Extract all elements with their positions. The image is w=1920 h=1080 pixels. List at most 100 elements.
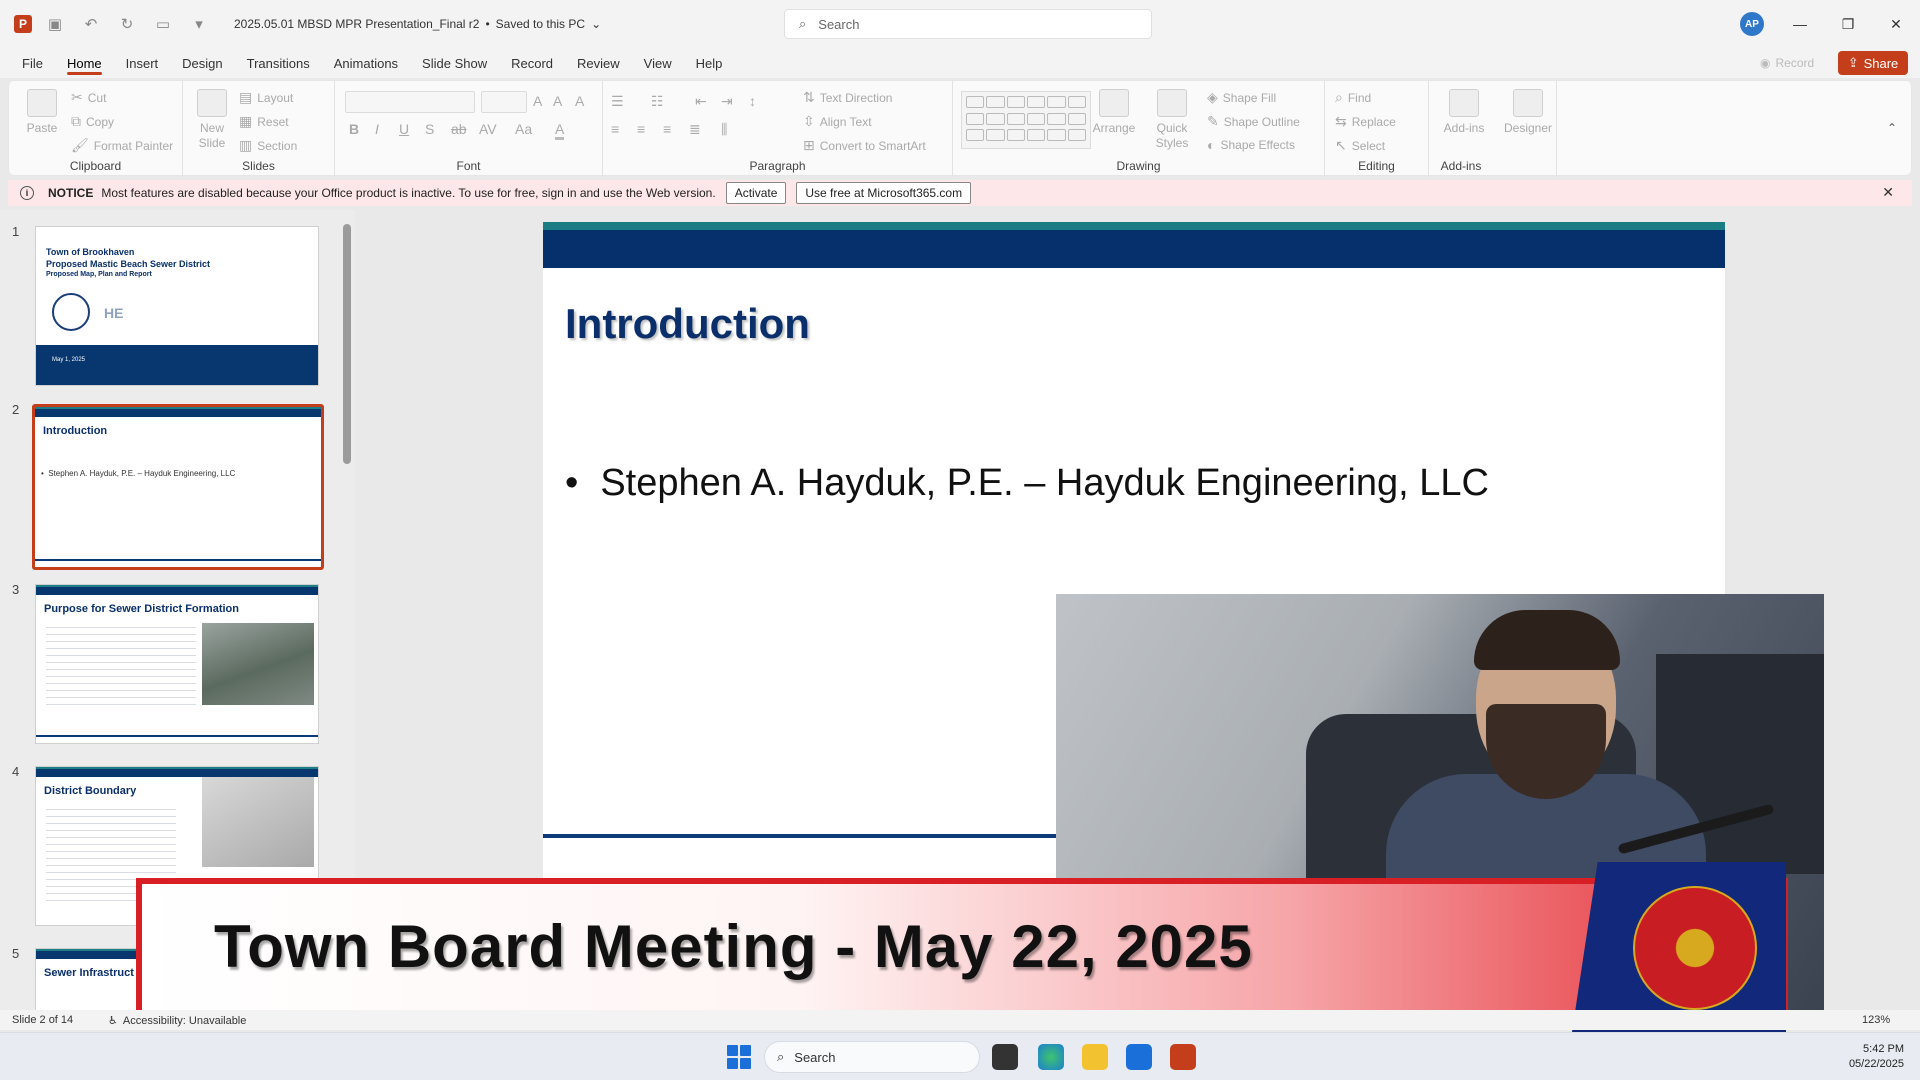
- italic-icon[interactable]: I: [375, 121, 379, 137]
- slide-thumbnail-3[interactable]: Purpose for Sewer District Formation: [35, 584, 319, 744]
- search-input[interactable]: ⌕ Search: [784, 9, 1152, 39]
- slideshow-start-icon[interactable]: ▭: [150, 11, 176, 37]
- tab-record[interactable]: Record: [511, 48, 553, 78]
- tab-review[interactable]: Review: [577, 48, 620, 78]
- tab-view[interactable]: View: [644, 48, 672, 78]
- record-button[interactable]: ◉ Record: [1760, 52, 1834, 74]
- bullets-icon[interactable]: ☰: [611, 93, 624, 110]
- columns-icon[interactable]: ⫼: [721, 121, 727, 138]
- file-explorer-icon[interactable]: [1082, 1044, 1108, 1070]
- close-icon[interactable]: ✕: [1884, 12, 1908, 36]
- minimize-icon[interactable]: —: [1788, 12, 1812, 36]
- font-color-icon[interactable]: A: [555, 121, 565, 140]
- tab-slide-show[interactable]: Slide Show: [422, 48, 487, 78]
- find-button[interactable]: ⌕ Find: [1335, 89, 1371, 106]
- justify-icon[interactable]: ≣: [689, 121, 701, 138]
- shadow-icon[interactable]: S: [425, 121, 434, 137]
- paste-button[interactable]: Paste: [19, 121, 65, 136]
- line-spacing-icon[interactable]: ↕: [749, 93, 756, 109]
- font-family-select[interactable]: [345, 91, 475, 113]
- shape-effects-button[interactable]: ◐ Shape Effects: [1207, 137, 1295, 153]
- designer-button[interactable]: Designer: [1501, 121, 1555, 136]
- redo-icon[interactable]: ↻: [114, 11, 140, 37]
- font-size-select[interactable]: [481, 91, 527, 113]
- edge-browser-icon[interactable]: [1038, 1044, 1064, 1070]
- restore-icon[interactable]: ❐: [1836, 12, 1860, 36]
- tab-help[interactable]: Help: [696, 48, 723, 78]
- share-button[interactable]: ⇪ Share: [1838, 51, 1908, 75]
- replace-button[interactable]: ⇆ Replace: [1335, 113, 1396, 130]
- task-view-icon[interactable]: [992, 1044, 1018, 1070]
- document-title[interactable]: 2025.05.01 MBSD MPR Presentation_Final r…: [234, 17, 601, 31]
- arrange-icon[interactable]: [1099, 89, 1129, 117]
- undo-icon[interactable]: ↶: [78, 11, 104, 37]
- addins-group: Add-ins Designer Add-ins: [1429, 81, 1557, 177]
- slide-thumbnail-1[interactable]: Town of Brookhaven Proposed Mastic Beach…: [35, 226, 319, 386]
- slide-thumbnail-2[interactable]: Introduction • Stephen A. Hayduk, P.E. –…: [32, 404, 324, 570]
- taskbar-search[interactable]: ⌕ Search: [764, 1041, 980, 1073]
- align-text-button[interactable]: ⇳ Align Text: [803, 113, 872, 130]
- shapes-gallery[interactable]: [961, 91, 1091, 149]
- convert-smartart-button[interactable]: ⊞ Convert to SmartArt: [803, 137, 926, 154]
- shape-fill-button[interactable]: ◈ Shape Fill: [1207, 89, 1276, 106]
- font-size-decrease-icon[interactable]: A: [553, 93, 562, 109]
- bold-icon[interactable]: B: [349, 121, 359, 137]
- quick-styles-icon[interactable]: [1157, 89, 1187, 117]
- layout-button[interactable]: ▤ Layout: [239, 89, 293, 106]
- align-right-icon[interactable]: ≡: [663, 121, 671, 137]
- paste-icon[interactable]: [27, 89, 57, 117]
- designer-icon[interactable]: [1513, 89, 1543, 117]
- user-avatar[interactable]: AP: [1740, 12, 1764, 36]
- strikethrough-icon[interactable]: ab: [451, 121, 467, 137]
- section-button[interactable]: ▥ Section: [239, 137, 297, 154]
- thumbnail-scrollbar[interactable]: [343, 224, 351, 464]
- windows-start-icon[interactable]: [727, 1045, 751, 1069]
- tab-animations[interactable]: Animations: [334, 48, 398, 78]
- quick-styles-button[interactable]: Quick Styles: [1147, 121, 1197, 151]
- save-icon[interactable]: ▣: [42, 11, 68, 37]
- underline-icon[interactable]: U: [399, 121, 409, 137]
- addins-button[interactable]: Add-ins: [1439, 121, 1489, 136]
- accessibility-status[interactable]: ♿ Accessibility: Unavailable: [108, 1014, 246, 1028]
- close-notice-icon[interactable]: ✕: [1882, 184, 1894, 201]
- decrease-indent-icon[interactable]: ⇤: [695, 93, 707, 110]
- clear-format-icon[interactable]: A: [575, 93, 584, 109]
- use-free-button[interactable]: Use free at Microsoft365.com: [796, 182, 972, 204]
- tab-transitions[interactable]: Transitions: [247, 48, 310, 78]
- activate-button[interactable]: Activate: [725, 182, 787, 204]
- cut-button[interactable]: ✂ Cut: [71, 89, 106, 106]
- collapse-ribbon-icon[interactable]: ⌃: [1887, 121, 1897, 135]
- copy-label: Copy: [86, 114, 115, 129]
- powerpoint-taskbar-icon[interactable]: [1170, 1044, 1196, 1070]
- powerpoint-logo-icon: P: [14, 15, 32, 33]
- addins-icon[interactable]: [1449, 89, 1479, 117]
- slide-counter[interactable]: Slide 2 of 14: [12, 1014, 73, 1026]
- change-case-icon[interactable]: Aa: [515, 121, 532, 137]
- new-slide-icon[interactable]: [197, 89, 227, 117]
- copy-button[interactable]: ⧉ Copy: [71, 113, 114, 130]
- system-clock[interactable]: 5:42 PM 05/22/2025: [1824, 1042, 1904, 1072]
- char-spacing-icon[interactable]: AV: [479, 121, 497, 137]
- tab-home[interactable]: Home: [66, 48, 102, 78]
- text-direction-button[interactable]: ⇅ Text Direction: [803, 89, 892, 106]
- notice-bar: i NOTICE Most features are disabled beca…: [8, 180, 1912, 206]
- select-button[interactable]: ↖ Select: [1335, 137, 1385, 154]
- slide-title[interactable]: Introduction: [565, 300, 810, 348]
- slide-bullet[interactable]: • Stephen A. Hayduk, P.E. – Hayduk Engin…: [565, 462, 1489, 505]
- customize-toolbar-icon[interactable]: ▾: [186, 11, 212, 37]
- increase-indent-icon[interactable]: ⇥: [721, 93, 733, 110]
- align-left-icon[interactable]: ≡: [611, 121, 619, 137]
- tab-design[interactable]: Design: [182, 48, 222, 78]
- shape-outline-button[interactable]: ✎ Shape Outline: [1207, 113, 1300, 130]
- reset-button[interactable]: ▦ Reset: [239, 113, 289, 130]
- store-icon[interactable]: [1126, 1044, 1152, 1070]
- tab-insert[interactable]: Insert: [126, 48, 159, 78]
- tab-file[interactable]: File: [22, 48, 43, 78]
- numbering-icon[interactable]: ☷: [651, 93, 664, 110]
- zoom-level[interactable]: 123%: [1862, 1014, 1890, 1026]
- new-slide-button[interactable]: New Slide: [187, 121, 237, 151]
- arrange-button[interactable]: Arrange: [1089, 121, 1139, 136]
- format-painter-button[interactable]: 🖌 Format Painter: [71, 137, 173, 154]
- font-size-increase-icon[interactable]: A: [533, 93, 542, 109]
- align-center-icon[interactable]: ≡: [637, 121, 645, 137]
